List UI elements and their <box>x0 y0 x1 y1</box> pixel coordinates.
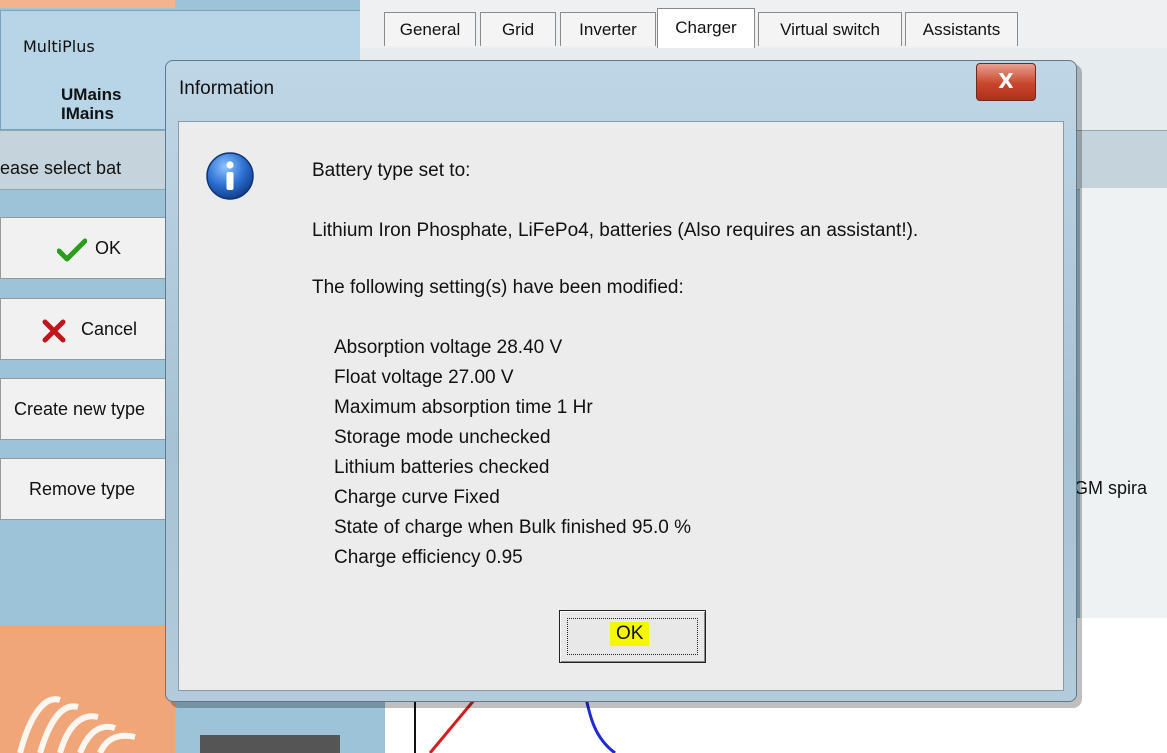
dialog-ok-label: OK <box>610 622 650 646</box>
setting-item: State of charge when Bulk finished 95.0 … <box>334 517 692 538</box>
tab-grid[interactable]: Grid <box>480 12 556 46</box>
battery-type-list <box>1080 188 1167 618</box>
tab-assistants[interactable]: Assistants <box>905 12 1018 46</box>
tab-charger[interactable]: Charger <box>657 8 755 48</box>
setting-item: Charge curve Fixed <box>334 487 500 508</box>
setting-item: Storage mode unchecked <box>334 427 551 448</box>
remove-type-button[interactable]: Remove type <box>0 458 172 520</box>
check-icon <box>56 238 88 267</box>
tab-general[interactable]: General <box>384 12 476 46</box>
close-button[interactable]: X <box>976 63 1036 101</box>
tab-inverter[interactable]: Inverter <box>560 12 656 46</box>
remove-type-label: Remove type <box>29 479 136 499</box>
cancel-button-label: Cancel <box>81 319 138 339</box>
setting-item: Lithium batteries checked <box>334 457 550 478</box>
dialog-body: Battery type set to: Lithium Iron Phosph… <box>178 121 1064 691</box>
message-line-1: Battery type set to: <box>312 160 471 181</box>
device-title: MultiPlus <box>23 37 95 56</box>
ok-button-label: OK <box>95 238 122 258</box>
info-icon <box>205 151 255 201</box>
setting-item: Charge efficiency 0.95 <box>334 547 523 568</box>
cancel-button-bg[interactable]: Cancel <box>0 298 172 360</box>
create-new-type-label: Create new type <box>14 399 146 419</box>
information-dialog: Information X Battery type set to: Lithi… <box>165 60 1077 702</box>
brand-strip <box>0 0 175 8</box>
ok-button-bg[interactable]: OK <box>0 217 172 279</box>
device-thumbnail <box>200 735 340 753</box>
cancel-x-icon <box>41 318 67 349</box>
tab-bar: General Grid Inverter Charger Virtual sw… <box>360 0 1167 48</box>
tab-virtual-switch[interactable]: Virtual switch <box>758 12 902 46</box>
victron-logo <box>0 625 175 753</box>
dialog-ok-button[interactable]: OK <box>559 610 706 663</box>
umains-label: UMains <box>61 85 122 104</box>
setting-item: Float voltage 27.00 V <box>334 367 514 388</box>
setting-item: Maximum absorption time 1 Hr <box>334 397 593 418</box>
create-new-type-button[interactable]: Create new type <box>0 378 172 440</box>
close-icon: X <box>998 69 1014 93</box>
mains-labels: UMains IMains <box>61 85 121 123</box>
dialog-title: Information <box>179 78 275 99</box>
imains-label: IMains <box>61 104 114 123</box>
setting-item: Absorption voltage 28.40 V <box>334 337 563 358</box>
select-battery-prompt: ease select bat <box>0 158 122 178</box>
message-line-3: The following setting(s) have been modif… <box>312 277 684 298</box>
message-line-2: Lithium Iron Phosphate, LiFePo4, batteri… <box>312 220 919 241</box>
